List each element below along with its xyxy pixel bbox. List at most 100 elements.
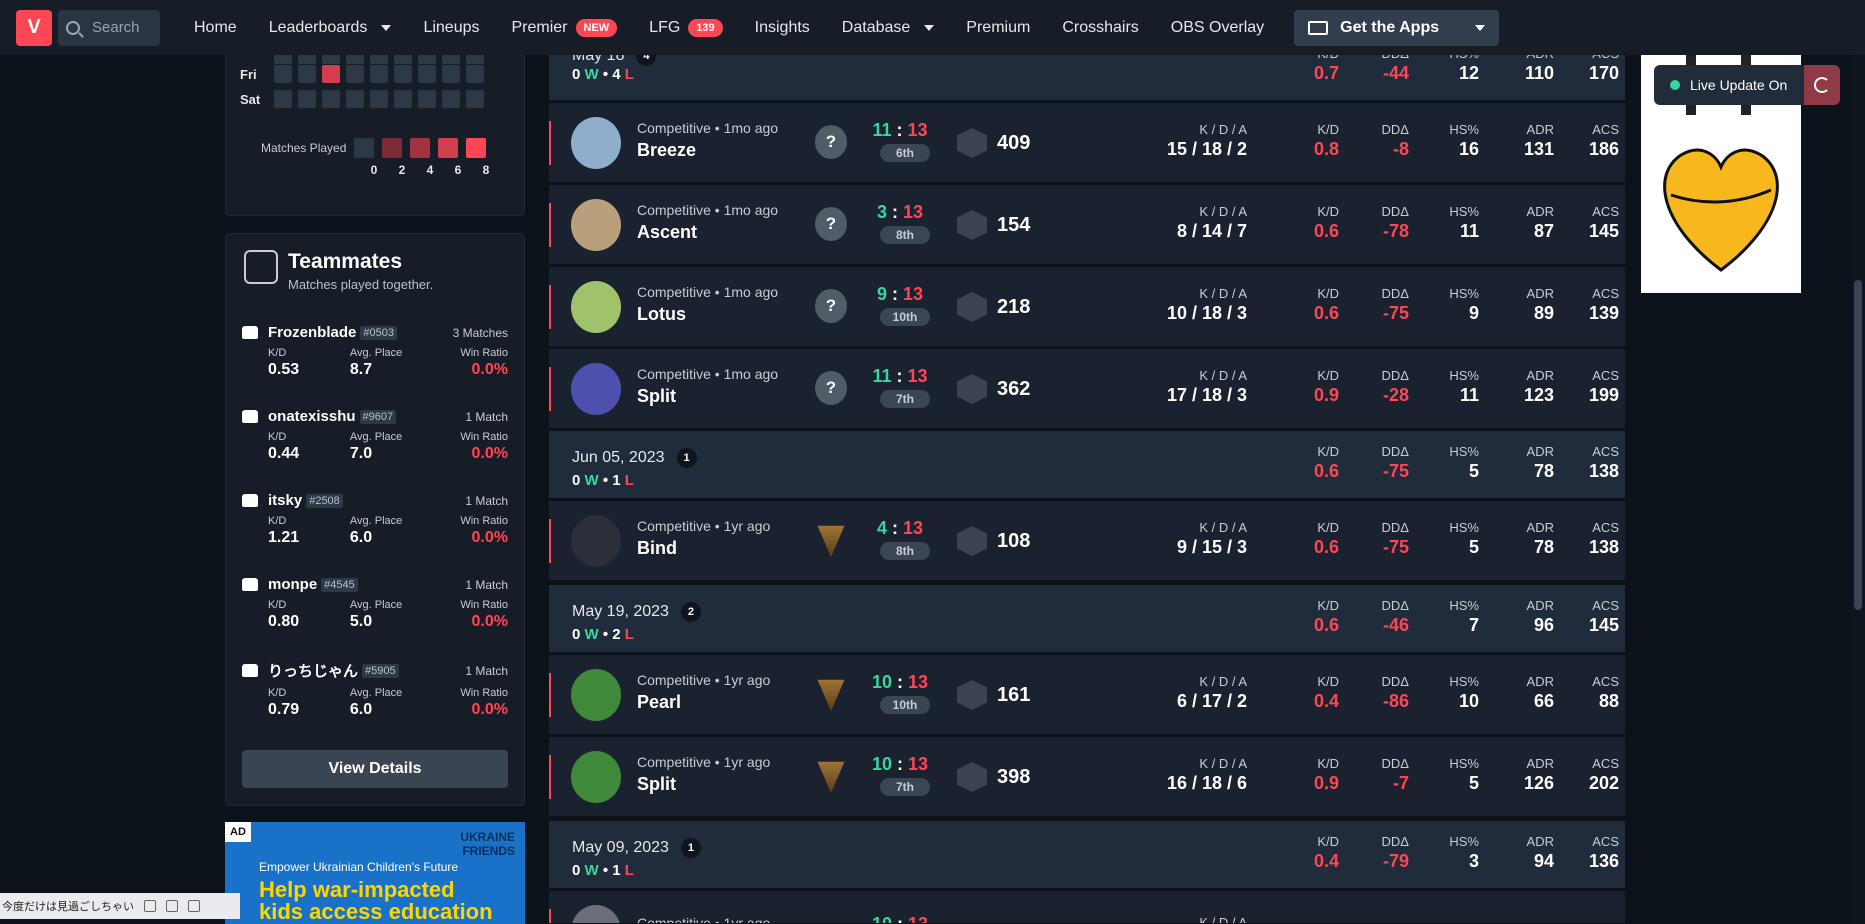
teammate-row[interactable]: Frozenblade #0503 3 Matches K/D 0.53 Avg. P… <box>242 324 508 379</box>
group-date: Jun 05, 2023 1 <box>572 448 697 468</box>
nav-lineups[interactable]: Lineups <box>423 19 479 37</box>
heatmap-cell[interactable] <box>418 90 436 108</box>
valorant-logo-icon[interactable]: V <box>16 9 52 46</box>
view-details-button[interactable]: View Details <box>242 750 508 788</box>
get-apps-button[interactable]: Get the Apps <box>1294 9 1500 46</box>
col-value: 88 <box>1598 691 1619 711</box>
col-value: 17 / 18 / 3 <box>1166 385 1247 405</box>
score-lost: 13 <box>902 518 924 538</box>
col-label: DDΔ <box>1381 674 1409 689</box>
teammate-name[interactable]: onatexisshu <box>268 408 356 425</box>
col-value: -75 <box>1382 303 1409 323</box>
match-row[interactable]: Competitive • 1mo ago Lotus ? 9 : 13 10t… <box>549 267 1625 347</box>
match-row[interactable]: Competitive • 1yr ago Pearl 10 : 13 10th… <box>549 655 1625 735</box>
heatmap-cell[interactable] <box>370 90 388 108</box>
heatmap-cell[interactable] <box>322 90 340 108</box>
heatmap-cell[interactable] <box>442 65 460 83</box>
heatmap-cell[interactable] <box>394 65 412 83</box>
nav-obs-overlay[interactable]: OBS Overlay <box>1171 19 1264 37</box>
nav-leaderboards[interactable]: Leaderboards <box>269 19 392 37</box>
group-count: 1 <box>676 448 697 468</box>
teammate-name[interactable]: Frozenblade <box>268 324 356 341</box>
match-map: Lotus <box>637 304 686 324</box>
heatmap-row-sat: Sat <box>240 90 490 108</box>
heatmap-cell[interactable] <box>418 65 436 83</box>
teammate-row[interactable]: onatexisshu #9607 1 Match K/D 0.44 Avg. Pla… <box>242 408 508 463</box>
match-score: 3 : 13 <box>876 202 924 222</box>
match-map: Pearl <box>637 692 682 712</box>
heart-icon[interactable] <box>144 900 156 912</box>
trash-icon[interactable] <box>166 900 178 912</box>
col-value: 10 / 18 / 3 <box>1166 303 1247 323</box>
heatmap-cell[interactable] <box>274 90 292 108</box>
teammate-name[interactable]: monpe <box>268 576 317 593</box>
teammate-name[interactable]: りっちじゃん <box>268 660 358 681</box>
col-label: HS% <box>1449 520 1479 535</box>
match-group-header[interactable]: May 09, 2023 1 0 W • 1 L K/D 0.4 DDΔ -79 HS… <box>549 821 1625 889</box>
riot-fist-icon <box>242 494 258 507</box>
heatmap-cell[interactable] <box>370 65 388 83</box>
col-label: ACS <box>1592 674 1619 689</box>
teammate-tag: #4545 <box>321 577 358 592</box>
teammate-row[interactable]: りっちじゃん #5905 1 Match K/D 0.79 Avg. Place 6.0… <box>242 660 508 719</box>
match-row[interactable]: Competitive • 1yr ago Split 10 : 13 7th … <box>549 737 1625 817</box>
col-value: 16 <box>1458 139 1479 159</box>
nav-database[interactable]: Database <box>842 19 935 37</box>
match-row[interactable]: Competitive • 1mo ago Split ? 11 : 13 7t… <box>549 349 1625 429</box>
ad-banner[interactable]: AD UKRAINE FRIENDS Empower Ukrainian Chil… <box>225 822 525 924</box>
col-label: HS% <box>1449 204 1479 219</box>
refresh-button[interactable] <box>1804 65 1840 105</box>
score-won: 11 <box>872 120 892 140</box>
page-scrollbar[interactable] <box>1851 55 1865 924</box>
stat-label: Avg. Place <box>349 687 403 699</box>
scrollbar-thumb[interactable] <box>1854 280 1862 610</box>
col-label: K / D / A <box>1199 520 1247 535</box>
nav-home[interactable]: Home <box>194 19 237 37</box>
col-value: 0.6 <box>1313 615 1339 635</box>
heatmap-cell[interactable] <box>322 65 340 83</box>
heatmap-cell[interactable] <box>442 90 460 108</box>
match-group-header[interactable]: May 19, 2023 2 0 W • 2 L K/D 0.6 DDΔ -46 HS… <box>549 585 1625 653</box>
col-label: ADR <box>1526 598 1554 613</box>
teammate-row[interactable]: itsky #2508 1 Match K/D 1.21 Avg. Place 6.0 … <box>242 492 508 547</box>
group-record: 0 W • 1 L <box>572 862 634 879</box>
heatmap-cell[interactable] <box>466 90 484 108</box>
heatmap-cell[interactable] <box>298 65 316 83</box>
match-group-header[interactable]: Jun 05, 2023 1 0 W • 1 L K/D 0.6 DDΔ -75 HS… <box>549 431 1625 499</box>
match-mode: Competitive • 1yr ago <box>637 518 771 534</box>
col-value: 110 <box>1524 63 1554 83</box>
match-row[interactable]: Competitive • 1mo ago Ascent ? 3 : 13 8t… <box>549 185 1625 265</box>
heatmap-legend: Matches Played <box>261 138 487 158</box>
match-row[interactable]: Competitive • 1yr ago Bind 4 : 13 8th 10… <box>549 501 1625 581</box>
nav-crosshairs[interactable]: Crosshairs <box>1062 19 1138 37</box>
col-value: 5 <box>1468 461 1479 481</box>
heatmap-cell[interactable] <box>346 90 364 108</box>
heatmap-cell[interactable] <box>346 65 364 83</box>
search-input[interactable]: Search <box>58 9 160 46</box>
nav-insights-label: Insights <box>754 18 810 36</box>
nav-lfg-label: LFG <box>649 18 681 36</box>
heatmap-cell[interactable] <box>394 90 412 108</box>
col-value: 10 <box>1458 691 1479 711</box>
heatmap-cell[interactable] <box>274 65 292 83</box>
nav-premier[interactable]: Premier NEW <box>511 18 618 37</box>
match-row[interactable]: Competitive • 1yr ago 10 : 13 K / D / A <box>549 891 1625 924</box>
score-lost: 13 <box>908 672 929 692</box>
riot-fist-icon <box>242 326 258 339</box>
live-update-toggle[interactable]: Live Update On <box>1654 65 1840 105</box>
match-acs: ACS 88 <box>1559 674 1619 712</box>
heatmap-cell[interactable] <box>298 90 316 108</box>
col-label: DDΔ <box>1381 204 1409 219</box>
col-label: K / D / A <box>1199 286 1247 301</box>
match-rating: 108 <box>997 530 1031 552</box>
heatmap-cell[interactable] <box>466 65 484 83</box>
nav-premium[interactable]: Premium <box>966 19 1030 37</box>
match-row[interactable]: Competitive • 1mo ago Breeze ? 11 : 13 6… <box>549 103 1625 183</box>
volume-icon[interactable] <box>188 900 200 912</box>
col-value: 96 <box>1533 615 1554 635</box>
teammate-name[interactable]: itsky <box>268 492 302 509</box>
nav-lfg[interactable]: LFG 139 <box>649 18 723 37</box>
teammate-row[interactable]: monpe #4545 1 Match K/D 0.80 Avg. Place 5.0 … <box>242 576 508 631</box>
nav-insights[interactable]: Insights <box>755 19 810 37</box>
agent-portrait <box>571 669 621 721</box>
